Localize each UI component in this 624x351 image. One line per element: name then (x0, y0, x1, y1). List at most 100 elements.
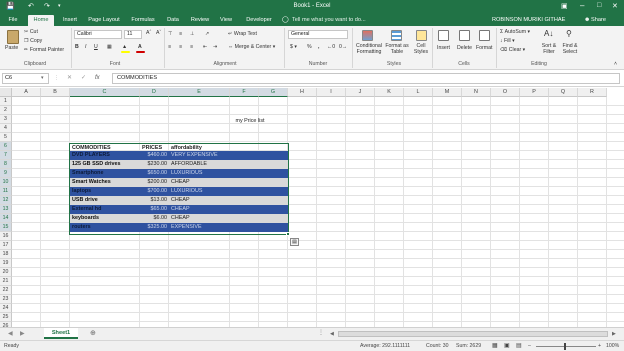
commodity-cell[interactable]: laptops (70, 187, 140, 196)
page-break-view-icon[interactable]: ▤ (516, 341, 522, 351)
column-header-c[interactable]: C (70, 88, 140, 97)
column-header-p[interactable]: P (520, 88, 549, 97)
tab-home[interactable]: Home (28, 15, 54, 26)
number-format-select[interactable]: General (288, 30, 348, 39)
column-header-o[interactable]: O (491, 88, 520, 97)
row-header-3[interactable]: 3 (0, 115, 12, 124)
cancel-icon[interactable]: ✕ (67, 73, 72, 84)
column-header-j[interactable]: J (346, 88, 375, 97)
tab-file[interactable]: File (3, 15, 23, 26)
row-header-6[interactable]: 6 (0, 142, 12, 151)
currency-icon[interactable]: $ ▾ (290, 44, 297, 51)
sheet-tab-sheet1[interactable]: Sheet1 (44, 328, 78, 339)
commodity-cell[interactable]: keyboards (70, 214, 140, 223)
comma-button[interactable]: , (318, 44, 319, 51)
commodity-cell[interactable]: 125 GB SSD drives (70, 160, 140, 169)
row-header-16[interactable]: 16 (0, 232, 12, 241)
page-layout-view-icon[interactable]: ▣ (504, 341, 510, 351)
decrease-font-icon[interactable]: Aˇ (156, 30, 161, 37)
align-left-icon[interactable]: ≡ (168, 44, 171, 51)
row-header-22[interactable]: 22 (0, 286, 12, 295)
tell-me-box[interactable]: Tell me what you want to do... (292, 15, 366, 26)
share-button[interactable]: Share (591, 15, 606, 26)
italic-button[interactable]: I (85, 44, 86, 51)
horizontal-scrollbar[interactable] (338, 331, 608, 337)
row-header-25[interactable]: 25 (0, 313, 12, 322)
underline-button[interactable]: U (94, 44, 98, 51)
commodity-cell[interactable]: DVD PLAYERS (70, 151, 140, 160)
select-all-corner[interactable] (0, 88, 12, 97)
worksheet-grid[interactable]: ABCDEFGHIJKLMNOPQR 1 2 3 4 5 6 7 8 9 10 11 12 13 14 15… (0, 88, 624, 327)
row-header-5[interactable]: 5 (0, 133, 12, 142)
row-header-4[interactable]: 4 (0, 124, 12, 133)
fill-color-icon[interactable]: ▲ (122, 44, 127, 51)
align-middle-icon[interactable]: ≡ (179, 31, 182, 38)
insert-cells-button[interactable]: Insert (437, 45, 450, 52)
tab-review[interactable]: Review (188, 15, 212, 26)
zoom-slider[interactable] (536, 346, 596, 347)
affordability-cell[interactable]: CHEAP (169, 196, 249, 205)
format-as-table-button[interactable]: Format as Table (384, 43, 410, 55)
affordability-cell[interactable]: CHEAP (169, 178, 249, 187)
price-list-title[interactable]: my Price list (210, 117, 290, 126)
paste-icon[interactable] (7, 30, 19, 44)
user-name[interactable]: ROBINSON MURIKI GITHAE (492, 15, 565, 26)
find-select-button[interactable]: Find & Select (559, 43, 581, 55)
quick-analysis-icon[interactable]: ▤ (290, 238, 299, 246)
format-painter-button[interactable]: ✏ Format Painter (24, 47, 64, 54)
zoom-in-icon[interactable]: + (598, 341, 601, 351)
affordability-cell[interactable]: LUXURIOUS (169, 169, 249, 178)
paste-button[interactable]: Paste (5, 45, 18, 52)
font-size-select[interactable]: 11 (124, 30, 142, 39)
ribbon-display-icon[interactable]: ▣ (561, 2, 568, 10)
maximize-icon[interactable]: □ (597, 2, 601, 9)
column-header-m[interactable]: M (433, 88, 462, 97)
affordability-cell[interactable]: CHEAP (169, 214, 249, 223)
format-cells-button[interactable]: Format (476, 45, 492, 52)
price-cell[interactable]: $700.00 (140, 187, 169, 196)
copy-button[interactable]: ❐ Copy (24, 38, 42, 45)
tab-split-handle[interactable]: ⋮ (318, 329, 324, 336)
price-cell[interactable]: $325.00 (140, 223, 169, 232)
price-cell[interactable]: $460.00 (140, 151, 169, 160)
close-icon[interactable]: ✕ (612, 2, 618, 10)
column-header-f[interactable]: F (230, 88, 259, 97)
column-header-h[interactable]: H (288, 88, 317, 97)
commodity-cell[interactable]: Smartphone (70, 169, 140, 178)
cut-button[interactable]: ✂ Cut (24, 29, 38, 36)
row-header-20[interactable]: 20 (0, 268, 12, 277)
scroll-left-icon[interactable]: ◀ (8, 330, 13, 337)
row-header-13[interactable]: 13 (0, 205, 12, 214)
clear-button[interactable]: ⌫ Clear ▾ (500, 47, 525, 54)
decrease-indent-icon[interactable]: ⇤ (203, 44, 207, 51)
row-header-2[interactable]: 2 (0, 106, 12, 115)
row-header-15[interactable]: 15 (0, 223, 12, 232)
decrease-decimal-icon[interactable]: 0→ (339, 44, 347, 51)
new-sheet-icon[interactable]: ⊕ (90, 329, 96, 337)
font-name-select[interactable]: Calibri (74, 30, 122, 39)
column-header-e[interactable]: E (169, 88, 230, 97)
commodity-cell[interactable]: External hd (70, 205, 140, 214)
tab-page-layout[interactable]: Page Layout (86, 15, 122, 26)
row-header-1[interactable]: 1 (0, 97, 12, 106)
fill-button[interactable]: ↓ Fill ▾ (500, 38, 515, 45)
affordability-cell[interactable]: AFFORDABLE (169, 160, 249, 169)
enter-icon[interactable]: ✓ (81, 73, 86, 84)
row-header-23[interactable]: 23 (0, 295, 12, 304)
zoom-slider-thumb[interactable] (564, 343, 566, 350)
row-header-9[interactable]: 9 (0, 169, 12, 178)
conditional-formatting-button[interactable]: Conditional Formatting (354, 43, 384, 55)
formula-input[interactable]: COMMODITIES (112, 73, 620, 84)
column-header-g[interactable]: G (259, 88, 288, 97)
column-header-a[interactable]: A (12, 88, 41, 97)
align-bottom-icon[interactable]: ⊥ (190, 31, 195, 38)
row-header-11[interactable]: 11 (0, 187, 12, 196)
commodity-cell[interactable]: Smart Watches (70, 178, 140, 187)
column-header-k[interactable]: K (375, 88, 404, 97)
autosum-button[interactable]: Σ AutoSum ▾ (500, 29, 530, 36)
column-header-b[interactable]: B (41, 88, 70, 97)
column-header-l[interactable]: L (404, 88, 433, 97)
bold-button[interactable]: B (75, 44, 79, 51)
delete-cells-button[interactable]: Delete (457, 45, 472, 52)
normal-view-icon[interactable]: ▦ (492, 341, 498, 351)
